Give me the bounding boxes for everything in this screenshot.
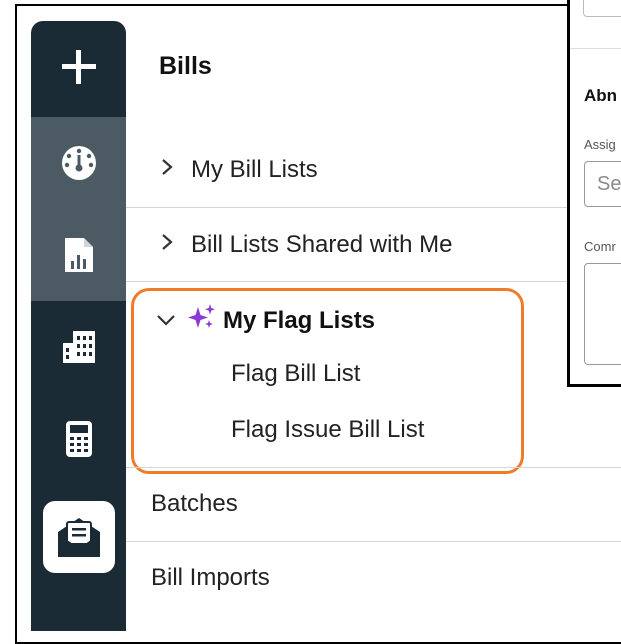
nav-item-label: Bill Lists Shared with Me bbox=[191, 231, 453, 258]
building-icon bbox=[62, 331, 95, 363]
dialog-heading: Abn bbox=[584, 86, 618, 105]
sub-item-flag-issue-bill-list[interactable]: Flag Issue Bill List bbox=[231, 416, 424, 444]
report-chart-icon bbox=[64, 238, 93, 272]
icon-rail bbox=[31, 21, 126, 631]
nav-item-my-flag-lists[interactable]: My Flag Lists bbox=[155, 302, 375, 339]
sub-item-flag-bill-list[interactable]: Flag Bill List bbox=[231, 360, 360, 388]
comment-label: Comr bbox=[584, 239, 616, 254]
page-title: Bills bbox=[159, 52, 212, 80]
divider bbox=[570, 48, 621, 49]
plus-icon bbox=[61, 50, 96, 84]
rail-item-buildings[interactable] bbox=[31, 301, 126, 393]
chevron-right-icon bbox=[159, 231, 183, 259]
divider bbox=[126, 281, 621, 282]
divider bbox=[126, 541, 621, 542]
assign-select[interactable]: Se bbox=[584, 161, 621, 207]
comment-textarea[interactable] bbox=[584, 263, 621, 365]
nav-item-label: My Bill Lists bbox=[191, 156, 318, 183]
sparkle-icon bbox=[187, 302, 223, 339]
rail-item-reports[interactable] bbox=[31, 209, 126, 301]
top-field[interactable] bbox=[583, 0, 621, 17]
nav-item-shared-lists[interactable]: Bill Lists Shared with Me bbox=[126, 225, 621, 265]
assign-label: Assig bbox=[584, 137, 616, 152]
nav-item-bill-imports[interactable]: Bill Imports bbox=[151, 564, 270, 592]
dashboard-gauge-icon bbox=[61, 146, 96, 180]
nav-item-batches[interactable]: Batches bbox=[151, 490, 238, 518]
divider bbox=[126, 207, 621, 208]
rail-item-add[interactable] bbox=[31, 21, 126, 113]
nav-item-label: My Flag Lists bbox=[223, 306, 376, 334]
divider bbox=[126, 467, 621, 468]
chevron-down-icon bbox=[155, 307, 181, 335]
rail-item-calculator[interactable] bbox=[31, 393, 126, 485]
rail-item-mail[interactable] bbox=[31, 491, 126, 583]
mail-document-icon bbox=[42, 501, 115, 573]
nav-item-my-bill-lists[interactable]: My Bill Lists bbox=[126, 150, 621, 190]
abnormal-dialog: Abn Assig Se Comr bbox=[567, 0, 621, 387]
chevron-right-icon bbox=[159, 156, 183, 184]
calculator-icon bbox=[65, 421, 92, 457]
rail-item-dashboard[interactable] bbox=[31, 117, 126, 209]
